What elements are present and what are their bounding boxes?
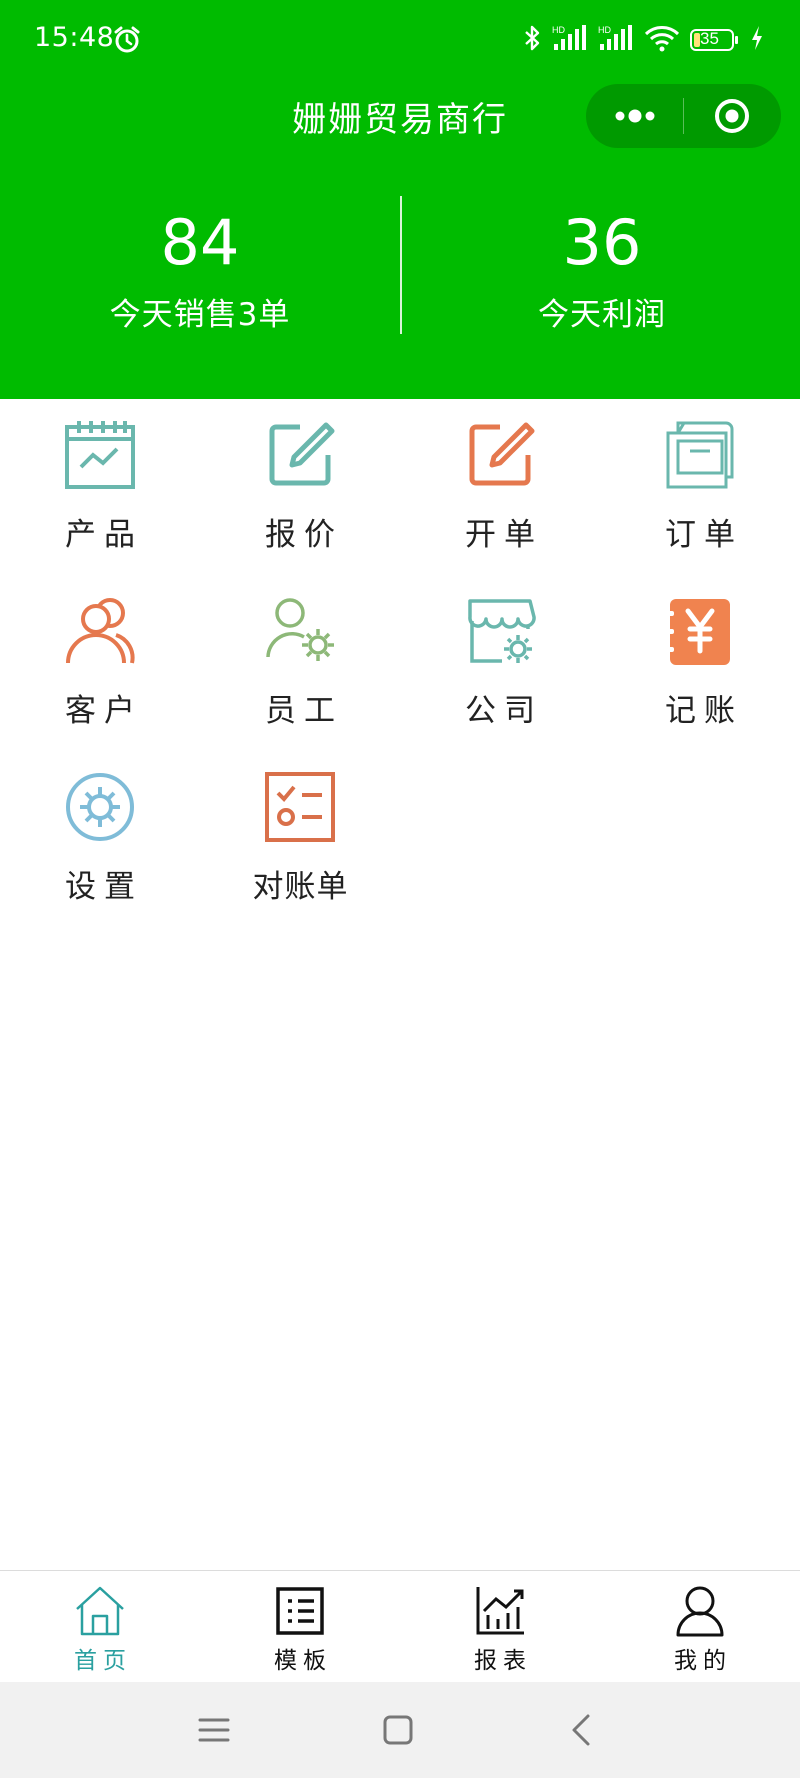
alarm-icon bbox=[112, 25, 142, 59]
grid-label: 对账单 bbox=[252, 869, 349, 905]
close-button[interactable] bbox=[684, 84, 781, 148]
template-list-icon bbox=[274, 1585, 326, 1637]
grid-item-staff[interactable]: 员工 bbox=[200, 575, 400, 751]
stat-label: 今天销售3单 bbox=[109, 297, 291, 333]
order-box-icon bbox=[664, 419, 736, 491]
tab-label: 模板 bbox=[274, 1648, 332, 1674]
grid-item-product[interactable]: 产品 bbox=[0, 399, 200, 575]
quote-edit-icon bbox=[264, 419, 336, 491]
stat-value: 84 bbox=[160, 206, 240, 279]
tab-bar: 首页 模板 报表 我的 bbox=[0, 1570, 800, 1683]
stat-value: 36 bbox=[562, 206, 642, 279]
tab-profile[interactable]: 我的 bbox=[600, 1571, 800, 1683]
statement-checklist-icon bbox=[264, 771, 336, 843]
report-chart-icon bbox=[474, 1585, 526, 1637]
grid-label: 订单 bbox=[665, 517, 743, 553]
svg-text:HD: HD bbox=[552, 25, 565, 35]
stat-label: 今天利润 bbox=[538, 297, 666, 333]
grid-item-customers[interactable]: 客户 bbox=[0, 575, 200, 751]
staff-settings-icon bbox=[264, 595, 336, 667]
status-bar: 15:48 HD HD 35 bbox=[0, 0, 800, 80]
header: 15:48 HD HD 35 姗姗贸易商行 84 今天销售3单 36 今天利润 bbox=[0, 0, 800, 399]
home-square-icon[interactable] bbox=[372, 1704, 424, 1756]
home-icon bbox=[74, 1585, 126, 1637]
battery-level: 35 bbox=[700, 29, 719, 48]
grid-label: 设置 bbox=[65, 869, 143, 905]
battery-icon: 35 bbox=[690, 28, 740, 52]
mini-program-capsule bbox=[586, 84, 781, 148]
grid-label: 开单 bbox=[465, 517, 543, 553]
tab-home[interactable]: 首页 bbox=[0, 1571, 200, 1683]
customers-icon bbox=[64, 595, 136, 667]
settings-gear-icon bbox=[64, 771, 136, 843]
company-store-icon bbox=[464, 595, 536, 667]
wifi-icon bbox=[644, 24, 680, 56]
grid-item-settings[interactable]: 设置 bbox=[0, 751, 200, 927]
profile-icon bbox=[674, 1585, 726, 1637]
system-nav-bar bbox=[0, 1682, 800, 1778]
tab-label: 报表 bbox=[474, 1648, 532, 1674]
grid-label: 客户 bbox=[65, 693, 143, 729]
more-button[interactable] bbox=[586, 84, 683, 148]
grid-label: 员工 bbox=[265, 693, 343, 729]
product-chart-icon bbox=[64, 419, 136, 491]
bluetooth-icon bbox=[522, 24, 542, 56]
invoice-edit-icon bbox=[464, 419, 536, 491]
grid-label: 报价 bbox=[265, 517, 343, 553]
status-icons: HD HD 35 bbox=[522, 24, 764, 56]
accounting-yen-icon bbox=[664, 595, 736, 667]
grid-label: 公司 bbox=[465, 693, 543, 729]
tab-template[interactable]: 模板 bbox=[200, 1571, 400, 1683]
grid-item-quote[interactable]: 报价 bbox=[200, 399, 400, 575]
status-time: 15:48 bbox=[34, 22, 115, 53]
stat-sales[interactable]: 84 今天销售3单 bbox=[0, 205, 400, 334]
grid-item-company[interactable]: 公司 bbox=[400, 575, 600, 751]
grid-item-statement[interactable]: 对账单 bbox=[200, 751, 400, 927]
signal-hd-icon: HD bbox=[552, 24, 588, 56]
charging-icon bbox=[750, 25, 764, 55]
svg-text:HD: HD bbox=[598, 25, 611, 35]
target-icon bbox=[684, 99, 781, 152]
back-icon[interactable] bbox=[556, 1704, 608, 1756]
tab-label: 我的 bbox=[674, 1648, 732, 1674]
menu-icon[interactable] bbox=[188, 1704, 240, 1756]
grid-label: 产品 bbox=[65, 517, 143, 553]
tab-report[interactable]: 报表 bbox=[400, 1571, 600, 1683]
more-dots-icon bbox=[586, 109, 683, 152]
tab-label: 首页 bbox=[74, 1648, 132, 1674]
grid-item-accounting[interactable]: 记账 bbox=[600, 575, 800, 751]
grid-label: 记账 bbox=[665, 693, 743, 729]
grid-item-orders[interactable]: 订单 bbox=[600, 399, 800, 575]
grid-item-invoice[interactable]: 开单 bbox=[400, 399, 600, 575]
signal-hd-icon: HD bbox=[598, 24, 634, 56]
stat-profit[interactable]: 36 今天利润 bbox=[402, 205, 800, 334]
